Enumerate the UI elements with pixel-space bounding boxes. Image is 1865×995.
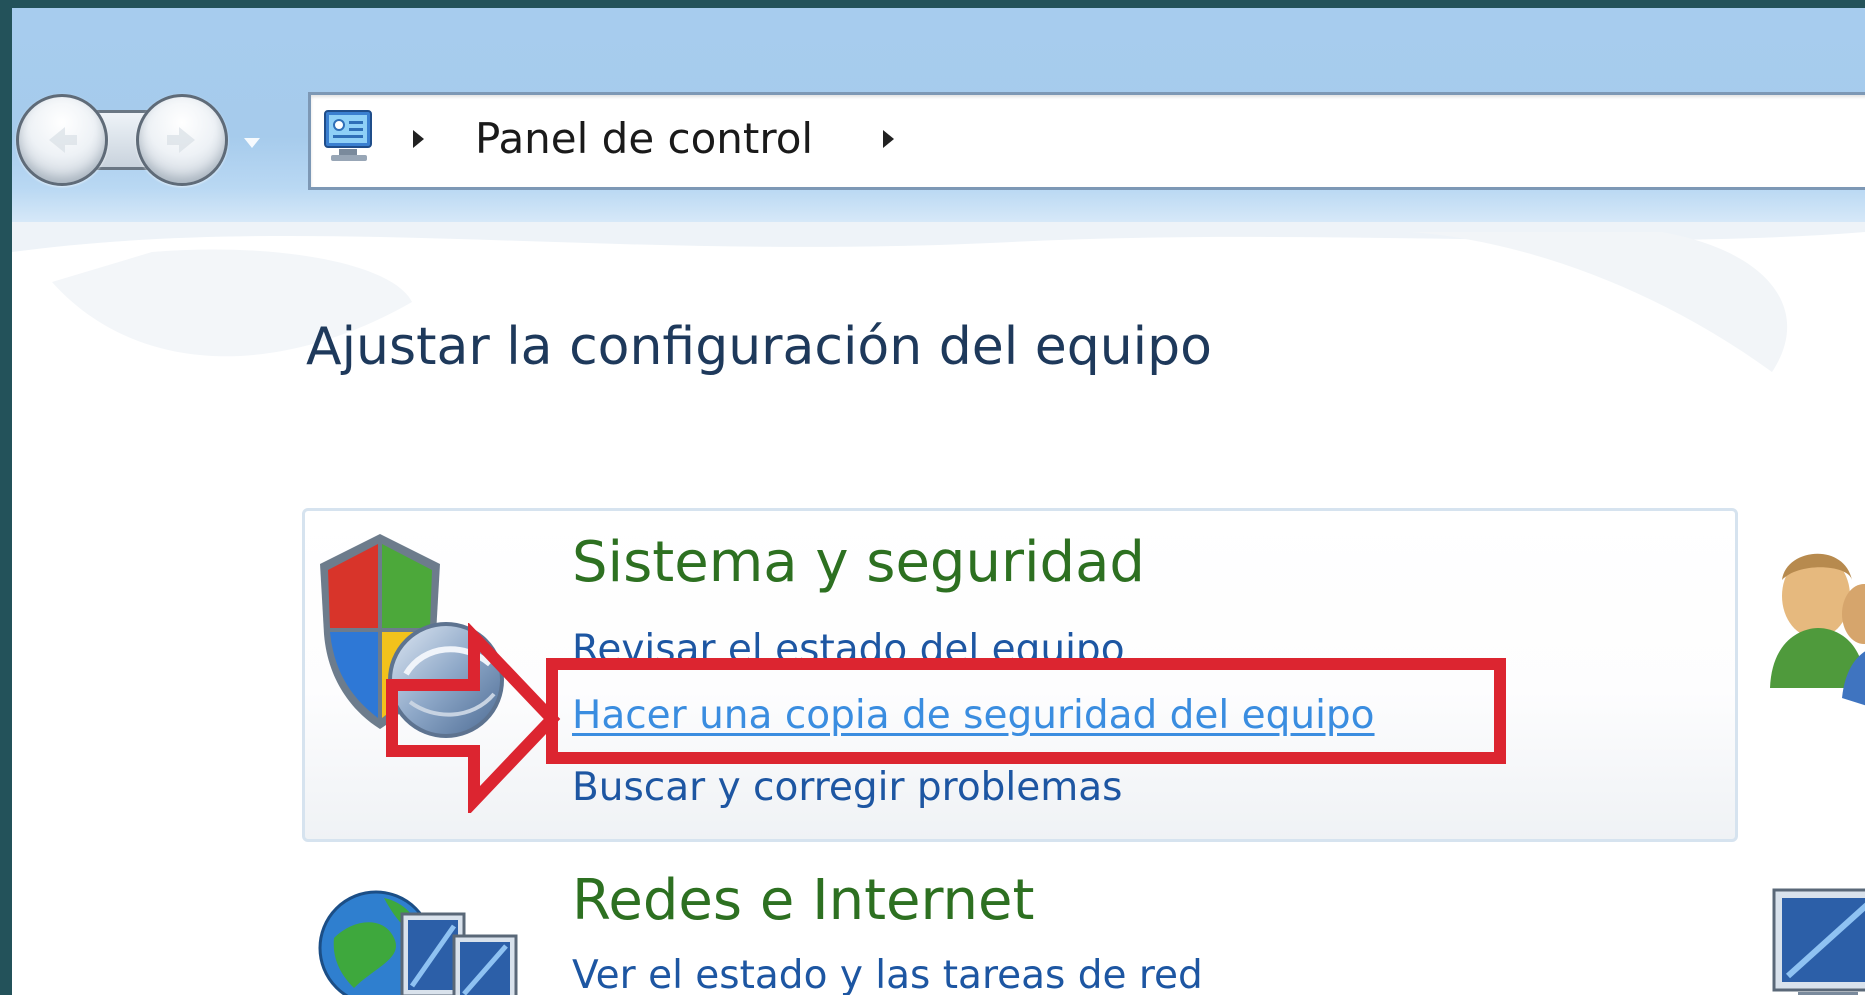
- back-button[interactable]: [16, 94, 108, 186]
- recent-pages-dropdown[interactable]: [244, 138, 260, 148]
- address-bar[interactable]: Panel de control: [308, 92, 1865, 190]
- forward-button[interactable]: [136, 94, 228, 186]
- highlight-box-annotation: [546, 658, 1506, 764]
- link-view-network-status[interactable]: Ver el estado y las tareas de red: [572, 948, 1203, 995]
- navigation-buttons: [16, 88, 296, 198]
- breadcrumb-control-panel[interactable]: Panel de control: [475, 109, 813, 169]
- breadcrumb-chevron-icon[interactable]: [883, 130, 894, 148]
- back-arrow-icon: [49, 127, 77, 153]
- category-title-network-internet[interactable]: Redes e Internet: [572, 866, 1034, 936]
- network-globe-icon[interactable]: [314, 878, 524, 995]
- forward-arrow-icon: [167, 127, 195, 153]
- appearance-display-icon[interactable]: [1768, 880, 1865, 995]
- control-panel-window: Panel de control Ajustar la configuració…: [12, 8, 1865, 995]
- category-title-system-security[interactable]: Sistema y seguridad: [572, 528, 1145, 598]
- breadcrumb-separator-icon[interactable]: [413, 130, 424, 148]
- link-find-fix-problems[interactable]: Buscar y corregir problemas: [572, 760, 1122, 816]
- page-title: Ajustar la configuración del equipo: [306, 317, 1212, 377]
- control-panel-icon: [324, 110, 372, 161]
- window-chrome: Panel de control: [12, 8, 1865, 222]
- user-accounts-icon[interactable]: [1764, 528, 1865, 728]
- callout-arrow-annotation: [386, 623, 561, 813]
